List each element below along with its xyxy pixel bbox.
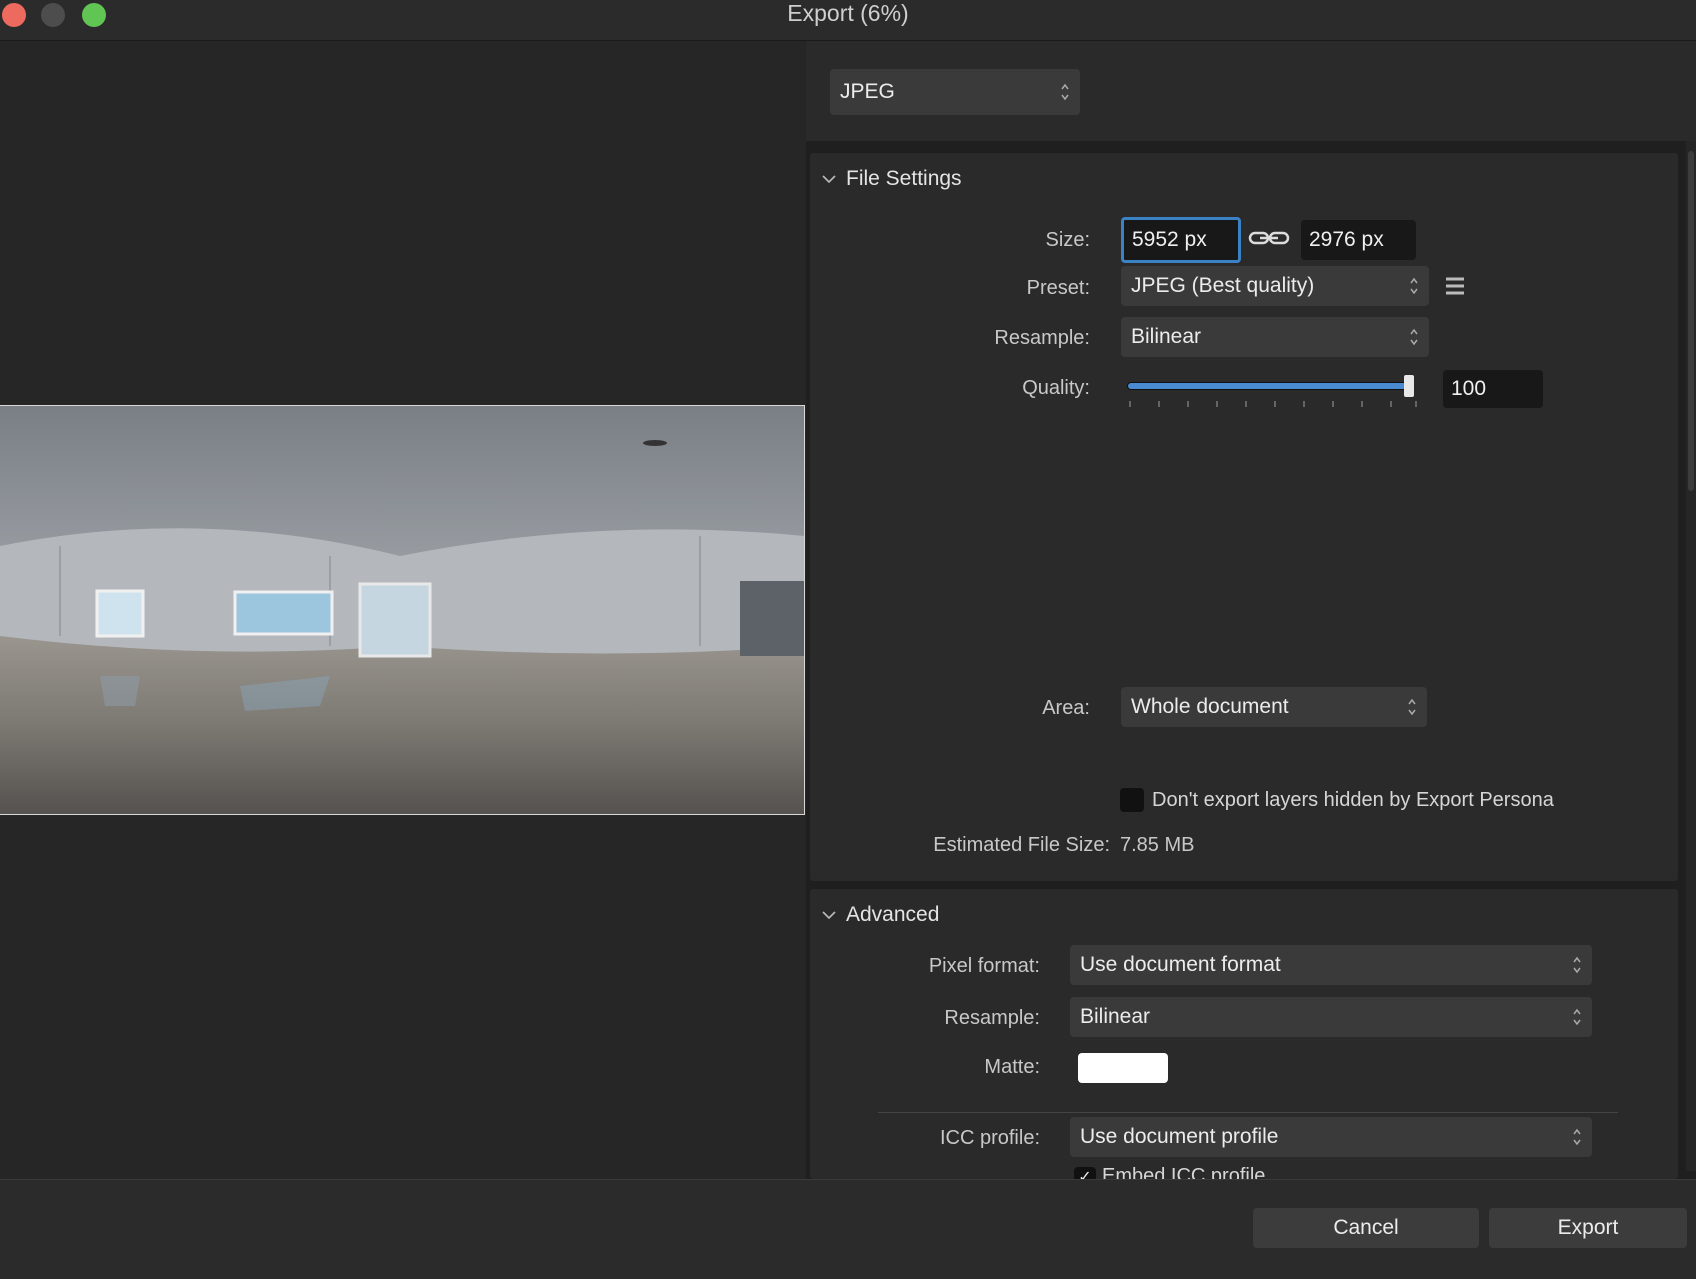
hidden-layers-label: Don't export layers hidden by Export Per…	[1152, 789, 1554, 811]
up-down-chevron-icon	[1408, 698, 1416, 716]
pixel-format-value: Use document format	[1080, 953, 1281, 976]
icc-profile-select[interactable]: Use document profile	[1070, 1117, 1592, 1157]
preview-pane	[0, 41, 806, 1179]
export-button[interactable]: Export	[1489, 1208, 1687, 1248]
preset-menu-icon[interactable]	[1444, 275, 1466, 297]
advanced-header[interactable]: Advanced	[822, 903, 939, 927]
quality-value-field[interactable]: 100	[1443, 370, 1543, 408]
advanced-title: Advanced	[846, 903, 940, 926]
height-field[interactable]: 2976 px	[1301, 220, 1416, 260]
area-label: Area:	[1042, 697, 1090, 719]
format-select[interactable]: JPEG	[830, 69, 1080, 115]
resample-value: Bilinear	[1131, 325, 1202, 348]
matte-color-swatch[interactable]	[1078, 1053, 1168, 1083]
panorama-preview-image	[0, 405, 805, 815]
up-down-chevron-icon	[1410, 277, 1418, 295]
matte-label: Matte:	[984, 1056, 1040, 1078]
title-bar: Export (6%)	[0, 0, 1696, 41]
up-down-chevron-icon	[1573, 956, 1581, 974]
bottom-bar: Cancel Export	[0, 1179, 1696, 1279]
up-down-chevron-icon	[1573, 1008, 1581, 1026]
icc-profile-value: Use document profile	[1080, 1125, 1279, 1148]
icc-profile-label: ICC profile:	[939, 1127, 1040, 1149]
resample-label: Resample:	[994, 327, 1090, 349]
embed-icc-checkbox[interactable]: ✓	[1074, 1167, 1096, 1179]
area-value: Whole document	[1131, 695, 1289, 718]
quality-slider-track	[1127, 382, 1411, 390]
quality-slider-thumb[interactable]	[1404, 375, 1414, 397]
link-icon[interactable]	[1248, 227, 1290, 249]
file-settings-title: File Settings	[846, 167, 962, 190]
format-bar: JPEG	[806, 41, 1696, 141]
cancel-button[interactable]: Cancel	[1253, 1208, 1479, 1248]
file-settings-header[interactable]: File Settings	[822, 167, 962, 191]
quality-slider-fill	[1128, 383, 1410, 389]
advanced-resample-label: Resample:	[944, 1007, 1040, 1029]
estimated-size-label: Estimated File Size:	[933, 834, 1110, 856]
estimated-size-value: 7.85 MB	[1120, 834, 1195, 856]
up-down-chevron-icon	[1573, 1128, 1581, 1146]
advanced-panel: Advanced Pixel format: Use document form…	[810, 889, 1678, 1179]
chevron-down-icon	[822, 911, 836, 920]
up-down-chevron-icon	[1410, 328, 1418, 346]
resample-select[interactable]: Bilinear	[1121, 317, 1429, 357]
quality-slider-ticks	[1129, 401, 1417, 407]
width-field[interactable]: 5952 px	[1121, 217, 1241, 263]
advanced-resample-select[interactable]: Bilinear	[1070, 997, 1592, 1037]
chevron-down-icon	[822, 175, 836, 184]
preset-label: Preset:	[1026, 277, 1090, 299]
format-value: JPEG	[840, 80, 895, 103]
file-settings-panel: File Settings Size: 5952 px 2976 px Pres…	[810, 153, 1678, 881]
area-select[interactable]: Whole document	[1121, 687, 1427, 727]
settings-scrollbar[interactable]	[1686, 141, 1696, 1171]
up-down-chevron-icon	[1061, 83, 1069, 101]
advanced-resample-value: Bilinear	[1080, 1005, 1151, 1028]
preset-value: JPEG (Best quality)	[1131, 274, 1315, 297]
hidden-layers-checkbox[interactable]	[1120, 788, 1144, 812]
export-settings: JPEG File Settings Size: 5952 px 2976 px…	[806, 41, 1696, 1179]
size-label: Size:	[1045, 229, 1090, 251]
window-title: Export (6%)	[787, 0, 909, 26]
quality-slider[interactable]	[1121, 373, 1421, 413]
divider	[878, 1112, 1618, 1113]
embed-icc-label: Embed ICC profile	[1102, 1165, 1266, 1179]
pixel-format-select[interactable]: Use document format	[1070, 945, 1592, 985]
pixel-format-label: Pixel format:	[928, 955, 1040, 977]
preset-select[interactable]: JPEG (Best quality)	[1121, 266, 1429, 306]
quality-label: Quality:	[1022, 377, 1090, 399]
scrollbar-thumb[interactable]	[1688, 151, 1694, 491]
